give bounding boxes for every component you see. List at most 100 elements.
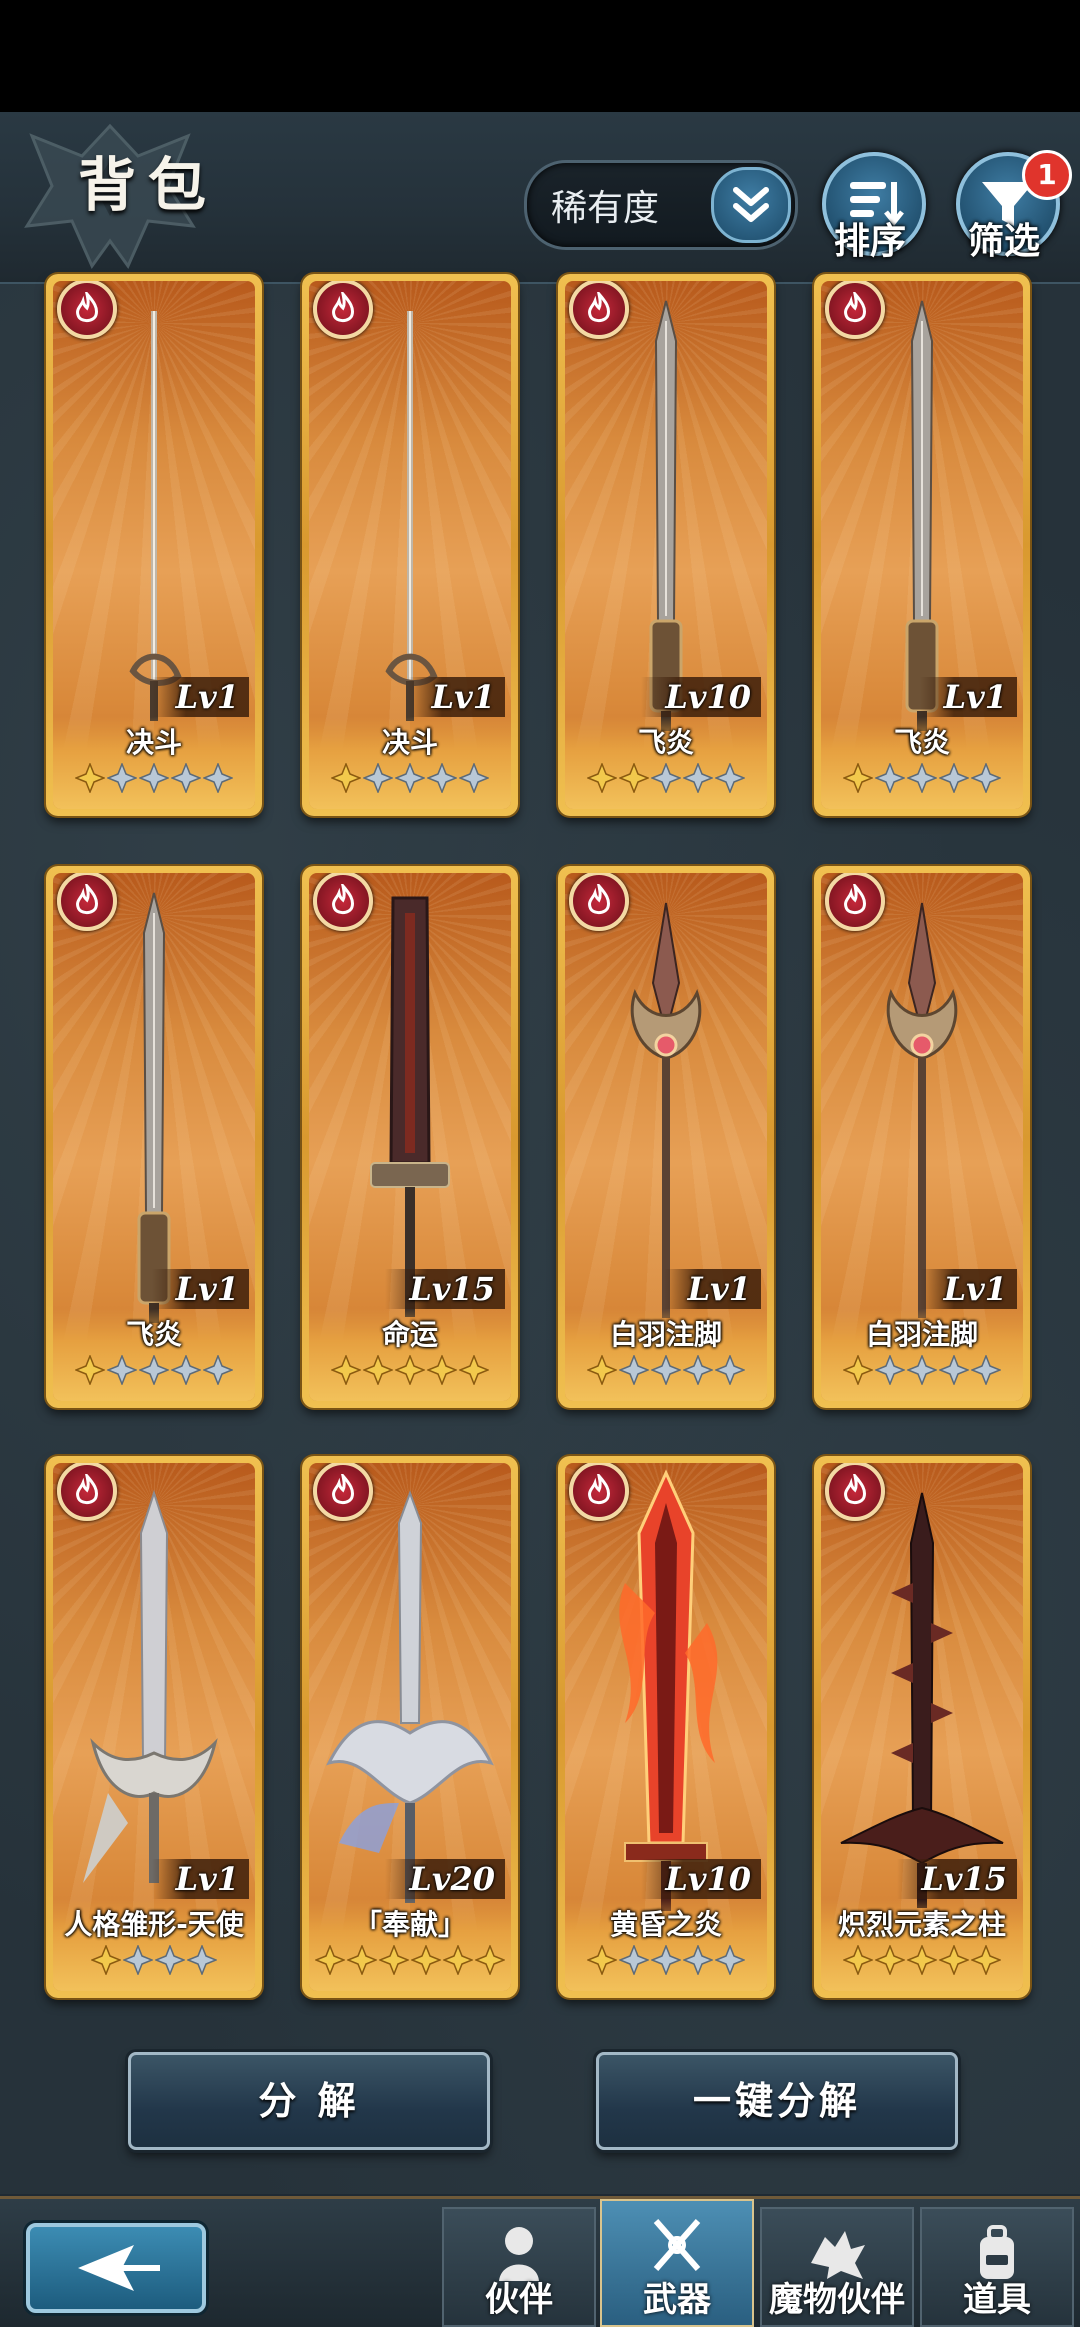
fire-element-icon [825, 873, 885, 931]
weapon-level: Lv1 [151, 1859, 249, 1899]
star-empty-icon [713, 1353, 747, 1387]
star-empty-icon [905, 761, 939, 795]
weapon-name: 黄昏之炎 [609, 1908, 722, 1941]
star-empty-icon [905, 1353, 939, 1387]
fire-element-icon [313, 873, 373, 931]
fire-element-icon [57, 1463, 117, 1521]
star-empty-icon [937, 761, 971, 795]
star-filled-icon [585, 1943, 619, 1977]
weapon-name: 白羽注脚 [865, 1318, 978, 1351]
star-empty-icon [937, 1353, 971, 1387]
star-filled-icon [73, 761, 107, 795]
star-filled-icon [873, 1943, 907, 1977]
weapon-name: 命运 [381, 1318, 438, 1351]
tab-partners[interactable]: 伙伴 [442, 2207, 596, 2327]
status-bar [0, 0, 1080, 112]
weapon-level: Lv15 [385, 1269, 505, 1309]
star-empty-icon [681, 761, 715, 795]
star-filled-icon [329, 761, 363, 795]
star-empty-icon [713, 761, 747, 795]
star-rating [565, 1943, 767, 1983]
star-empty-icon [873, 1353, 907, 1387]
fire-element-icon [313, 281, 373, 339]
star-filled-icon [425, 1353, 459, 1387]
weapon-card[interactable]: Lv1 白羽注脚 [814, 866, 1030, 1408]
fire-element-icon [825, 281, 885, 339]
one-click-decompose-button[interactable]: 一键分解 [596, 2052, 958, 2150]
filter-count-badge: 1 [1022, 150, 1072, 200]
weapon-level: Lv1 [151, 1269, 249, 1309]
weapon-card[interactable]: Lv1 人格雏形-天使 [46, 1456, 262, 1998]
double-chevron-down-icon[interactable] [711, 167, 791, 243]
fire-element-icon [313, 1463, 373, 1521]
tab-monster-partners[interactable]: 魔物伙伴 [760, 2207, 914, 2327]
weapon-level: Lv1 [663, 1269, 761, 1309]
star-rating [821, 1353, 1023, 1393]
card-background: Lv1 决斗 [53, 281, 255, 809]
rarity-dropdown-label: 稀有度 [551, 188, 660, 229]
star-empty-icon [201, 761, 235, 795]
star-empty-icon [681, 1943, 715, 1977]
weapon-name: 飞炎 [637, 726, 694, 759]
weapon-level: Lv1 [919, 1269, 1017, 1309]
star-filled-icon [585, 761, 619, 795]
card-background: Lv10 黄昏之炎 [565, 1463, 767, 1991]
weapon-card[interactable]: Lv15 炽烈元素之柱 [814, 1456, 1030, 1998]
weapon-card[interactable]: Lv1 飞炎 [814, 274, 1030, 816]
weapon-card[interactable]: Lv10 飞炎 [558, 274, 774, 816]
weapon-level: Lv10 [641, 677, 761, 717]
weapon-card[interactable]: Lv1 白羽注脚 [558, 866, 774, 1408]
card-background: Lv1 飞炎 [53, 873, 255, 1401]
star-empty-icon [169, 1353, 203, 1387]
star-rating [309, 761, 511, 801]
weapon-name: 决斗 [125, 726, 182, 759]
star-filled-icon [969, 1943, 1003, 1977]
star-filled-icon [329, 1353, 363, 1387]
star-filled-icon [841, 761, 875, 795]
star-empty-icon [425, 761, 459, 795]
star-filled-icon [345, 1943, 379, 1977]
weapon-name: 白羽注脚 [609, 1318, 722, 1351]
star-filled-icon [393, 1353, 427, 1387]
star-filled-icon [937, 1943, 971, 1977]
card-background: Lv20 「奉献」 [309, 1463, 511, 1991]
weapon-level: Lv1 [407, 677, 505, 717]
back-button[interactable] [26, 2223, 206, 2313]
weapon-name: 飞炎 [893, 726, 950, 759]
star-rating [53, 1353, 255, 1393]
weapon-grid: Lv1 决斗 Lv1 决斗 Lv10 飞炎 Lv1 飞炎 Lv1 飞炎 Lv15 命运 Lv… [0, 274, 1080, 2194]
rarity-dropdown[interactable]: 稀有度 [524, 160, 798, 250]
star-rating [565, 1353, 767, 1393]
filter-label: 筛选 [967, 221, 1040, 262]
card-background: Lv15 命运 [309, 873, 511, 1401]
star-rating [821, 1943, 1023, 1983]
decompose-button[interactable]: 分 解 [128, 2052, 490, 2150]
star-empty-icon [105, 761, 139, 795]
weapon-card[interactable]: Lv1 决斗 [302, 274, 518, 816]
tab-items[interactable]: 道具 [920, 2207, 1074, 2327]
weapon-level: Lv1 [151, 677, 249, 717]
star-filled-icon [89, 1943, 123, 1977]
weapon-card[interactable]: Lv15 命运 [302, 866, 518, 1408]
star-empty-icon [393, 761, 427, 795]
weapon-card[interactable]: Lv1 决斗 [46, 274, 262, 816]
star-empty-icon [649, 1353, 683, 1387]
weapon-card[interactable]: Lv10 黄昏之炎 [558, 1456, 774, 1998]
weapon-level: Lv15 [897, 1859, 1017, 1899]
weapon-name: 决斗 [381, 726, 438, 759]
star-empty-icon [137, 1353, 171, 1387]
star-filled-icon [905, 1943, 939, 1977]
weapon-name: 人格雏形-天使 [64, 1908, 244, 1941]
star-filled-icon [377, 1943, 411, 1977]
fire-element-icon [569, 1463, 629, 1521]
star-filled-icon [473, 1943, 507, 1977]
star-empty-icon [617, 1943, 651, 1977]
star-rating [53, 1943, 255, 1983]
star-empty-icon [649, 761, 683, 795]
weapon-level: Lv20 [385, 1859, 505, 1899]
fire-element-icon [57, 873, 117, 931]
tab-weapons[interactable]: 武器 [600, 2199, 754, 2327]
star-filled-icon [841, 1353, 875, 1387]
weapon-card[interactable]: Lv20 「奉献」 [302, 1456, 518, 1998]
weapon-card[interactable]: Lv1 飞炎 [46, 866, 262, 1408]
